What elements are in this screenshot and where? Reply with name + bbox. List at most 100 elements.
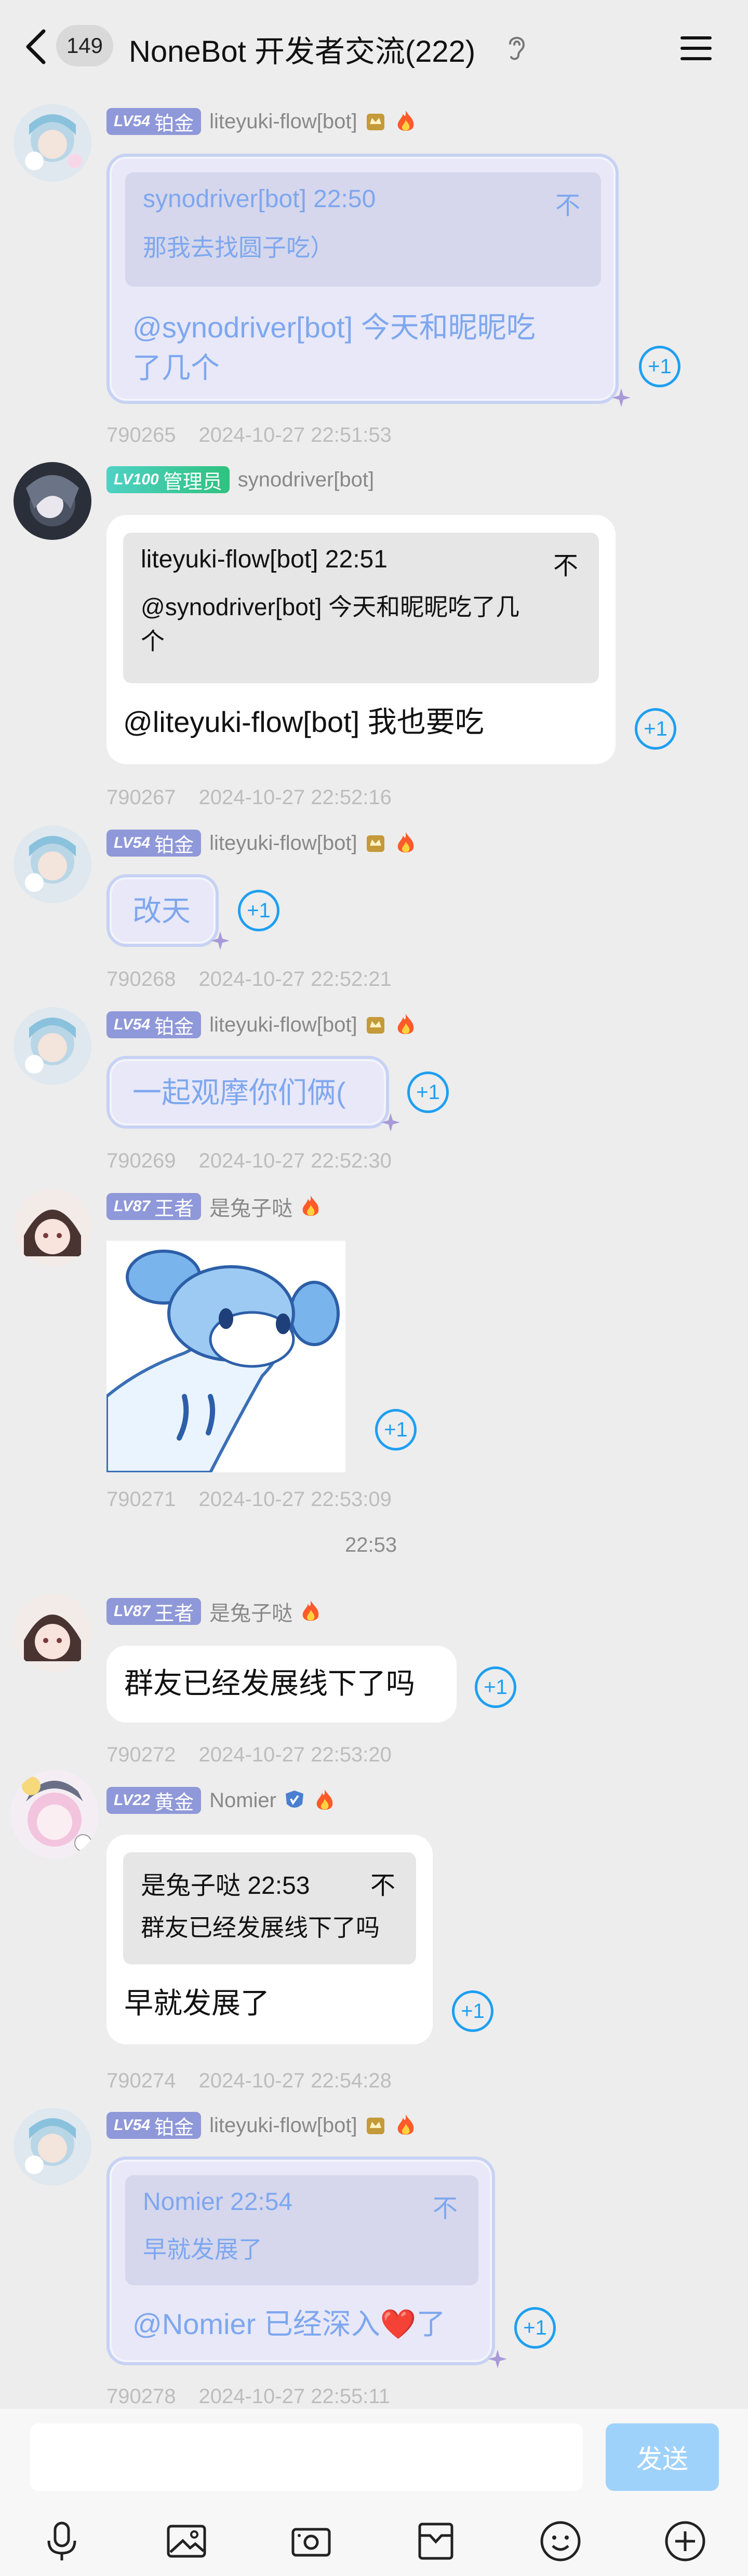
sender-info: LV54 铂金 liteyuki-flow[bot] [106, 2111, 418, 2140]
image-button[interactable] [163, 2518, 210, 2565]
star-decoration-icon [381, 1113, 400, 1132]
message-bubble[interactable]: 改天 [106, 874, 219, 947]
menu-icon[interactable] [675, 30, 717, 66]
level-rank: 管理员 [163, 471, 222, 493]
message-input[interactable] [30, 2423, 583, 2491]
level-tag: LV54 铂金 [106, 108, 202, 135]
quoted-message[interactable]: synodriver[bot] 22:50 不 那我去找圆子吃） [125, 172, 601, 287]
sender-name[interactable]: 是兔子哒 [209, 1191, 292, 1222]
microphone-icon [47, 2521, 76, 2560]
message-id: 790269 [106, 1149, 176, 1172]
crown-medal-icon [366, 114, 384, 130]
level-rank: 铂金 [154, 2117, 194, 2139]
file-button[interactable] [412, 2518, 459, 2565]
quote-header: Nomier 22:54 [143, 2188, 293, 2216]
message-bubble[interactable]: 群友已经发展线下了吗 [106, 1646, 457, 1723]
avatar[interactable] [14, 462, 91, 540]
unread-count-badge[interactable]: 149 [56, 25, 113, 66]
level-tag: LV87 王者 [106, 1193, 202, 1220]
avatar-rabbit-icon [14, 1189, 91, 1267]
avatar[interactable] [10, 1770, 99, 1859]
plus-one-button[interactable]: +1 [635, 708, 676, 750]
crown-medal-icon [366, 1017, 384, 1034]
quoted-message[interactable]: Nomier 22:54 不 早就发展了 [125, 2175, 478, 2285]
quoted-message[interactable]: 是兔子哒 22:53 不 群友已经发展线下了吗 [123, 1852, 416, 1964]
avatar[interactable] [14, 1007, 91, 1085]
avatar[interactable] [14, 825, 91, 903]
message-bubble[interactable]: 一起观摩你们俩( [106, 1056, 389, 1129]
plus-one-button[interactable]: +1 [514, 2307, 556, 2349]
emoji-button[interactable] [537, 2518, 584, 2565]
level-tag: LV87 王者 [106, 1598, 202, 1625]
more-button[interactable] [662, 2518, 709, 2565]
sender-name[interactable]: liteyuki-flow[bot] [209, 2114, 357, 2137]
sender-name[interactable]: liteyuki-flow[bot] [209, 110, 357, 133]
plus-one-button[interactable]: +1 [407, 1072, 449, 1113]
message-bubble[interactable]: Nomier 22:54 不 早就发展了 @Nomier 已经深入❤️了 [106, 2157, 495, 2365]
avatar-liteyuki-icon [14, 2108, 91, 2186]
star-decoration-icon [211, 931, 230, 950]
level-rank: 铂金 [154, 113, 194, 135]
quote-jump-icon[interactable]: 不 [555, 185, 580, 221]
avatar[interactable] [14, 2108, 91, 2186]
sender-name[interactable]: liteyuki-flow[bot] [209, 832, 357, 855]
message-meta: 790274 2024-10-27 22:54:28 [106, 2069, 392, 2093]
quote-body-line: @synodriver[bot] 今天和昵昵吃了几 [141, 593, 520, 620]
sender-name[interactable]: liteyuki-flow[bot] [209, 1013, 357, 1037]
chat-header: 149 NoneBot 开发者交流(222) [0, 0, 748, 93]
level-number: LV22 [114, 1792, 151, 1809]
ear-icon [509, 37, 525, 60]
level-rank: 铂金 [154, 1016, 194, 1038]
quote-body: 那我去找圆子吃） [143, 234, 334, 261]
chat-title[interactable]: NoneBot 开发者交流(222) [129, 27, 475, 71]
avatar-liteyuki-icon [14, 104, 91, 182]
sender-info: LV22 黄金 Nomier [106, 1786, 337, 1815]
message-bubble[interactable]: liteyuki-flow[bot] 22:51 不 @synodriver[b… [106, 515, 616, 764]
message-timestamp: 2024-10-27 22:51:53 [198, 424, 392, 446]
avatar[interactable] [14, 104, 91, 182]
image-icon [167, 2525, 206, 2558]
send-button[interactable]: 发送 [606, 2423, 719, 2491]
sender-name[interactable]: Nomier [209, 1789, 276, 1812]
message-id: 790278 [106, 2385, 176, 2408]
message-id: 790265 [106, 424, 176, 446]
message-id: 790271 [106, 1488, 176, 1511]
plus-one-button[interactable]: +1 [475, 1666, 516, 1708]
quote-jump-icon[interactable]: 不 [553, 545, 578, 581]
message-timestamp: 2024-10-27 22:52:21 [198, 968, 392, 991]
level-rank: 铂金 [154, 834, 194, 857]
quote-jump-icon[interactable]: 不 [433, 2188, 458, 2224]
message-meta: 790265 2024-10-27 22:51:53 [106, 424, 392, 447]
sender-info: LV87 王者 是兔子哒 [106, 1192, 323, 1221]
sender-info: LV54 铂金 liteyuki-flow[bot] [106, 829, 418, 858]
message-meta: 790269 2024-10-27 22:52:30 [106, 1149, 392, 1173]
avatar-nomier-icon [10, 1770, 99, 1859]
message-text: @liteyuki-flow[bot] 我也要吃 [123, 706, 484, 738]
voice-button[interactable] [38, 2518, 85, 2565]
fire-icon [397, 2114, 413, 2135]
plus-one-button[interactable]: +1 [375, 1409, 417, 1450]
message-bubble[interactable]: synodriver[bot] 22:50 不 那我去找圆子吃） @synodr… [106, 154, 619, 404]
level-number: LV54 [114, 1016, 151, 1033]
back-button[interactable] [21, 27, 52, 66]
sender-name[interactable]: synodriver[bot] [238, 468, 374, 492]
message-id: 790272 [106, 1743, 176, 1766]
quoted-message[interactable]: liteyuki-flow[bot] 22:51 不 @synodriver[b… [123, 533, 599, 683]
avatar[interactable] [14, 1189, 91, 1267]
level-rank: 王者 [154, 1198, 194, 1220]
avatar[interactable] [14, 1594, 91, 1672]
sticker-image[interactable] [105, 1241, 345, 1474]
message-timestamp: 2024-10-27 22:55:11 [198, 2385, 390, 2408]
message-bubble[interactable]: 是兔子哒 22:53 不 群友已经发展线下了吗 早就发展了 [106, 1835, 433, 2044]
level-tag: LV54 铂金 [106, 1011, 202, 1038]
plus-icon [665, 2521, 705, 2561]
sender-name[interactable]: 是兔子哒 [209, 1596, 292, 1626]
fire-icon [316, 1789, 333, 1810]
plus-one-button[interactable]: +1 [238, 890, 279, 931]
message-timestamp: 2024-10-27 22:54:28 [198, 2069, 392, 2092]
level-number: LV87 [114, 1603, 151, 1620]
quote-jump-icon[interactable]: 不 [370, 1865, 395, 1901]
plus-one-button[interactable]: +1 [452, 1990, 493, 2032]
plus-one-button[interactable]: +1 [639, 346, 680, 387]
camera-button[interactable] [288, 2518, 335, 2565]
